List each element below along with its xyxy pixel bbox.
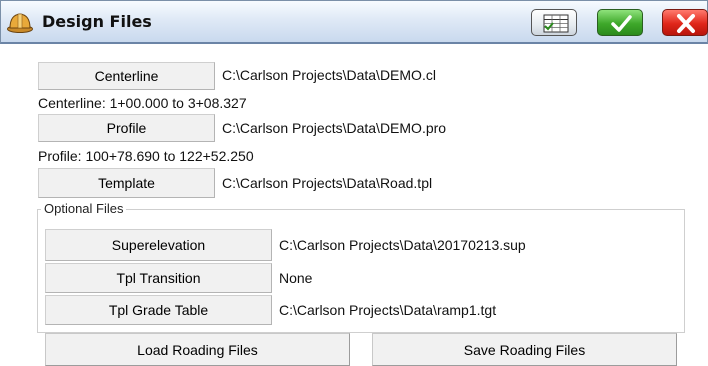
superelevation-path: C:\Carlson Projects\Data\20170213.sup [279,237,526,253]
load-roading-files-button[interactable]: Load Roading Files [45,333,350,366]
cancel-button[interactable] [662,9,708,36]
centerline-button[interactable]: Centerline [38,62,215,90]
close-icon [677,14,695,33]
template-path: C:\Carlson Projects\Data\Road.tpl [222,175,433,191]
centerline-range: Centerline: 1+00.000 to 3+08.327 [38,95,247,111]
centerline-path: C:\Carlson Projects\Data\DEMO.cl [222,67,436,83]
superelevation-button[interactable]: Superelevation [45,229,272,261]
profile-button[interactable]: Profile [38,114,215,142]
ok-button[interactable] [597,9,643,36]
window-title: Design Files [42,12,152,31]
checkmark-icon [611,15,632,32]
tpl-transition-path: None [279,270,313,286]
tpl-grade-table-button[interactable]: Tpl Grade Table [45,295,272,325]
profile-range: Profile: 100+78.690 to 122+52.250 [38,148,254,164]
save-roading-files-button[interactable]: Save Roading Files [372,333,677,366]
tpl-grade-table-path: C:\Carlson Projects\Data\ramp1.tgt [279,302,497,318]
title-bar: Design Files [0,0,708,44]
spreadsheet-icon [543,14,569,33]
tpl-transition-button[interactable]: Tpl Transition [45,263,272,293]
template-button[interactable]: Template [38,168,215,198]
optional-files-label: Optional Files [41,201,127,216]
spreadsheet-button[interactable] [531,9,577,36]
hardhat-icon [7,13,33,33]
profile-path: C:\Carlson Projects\Data\DEMO.pro [222,120,447,136]
